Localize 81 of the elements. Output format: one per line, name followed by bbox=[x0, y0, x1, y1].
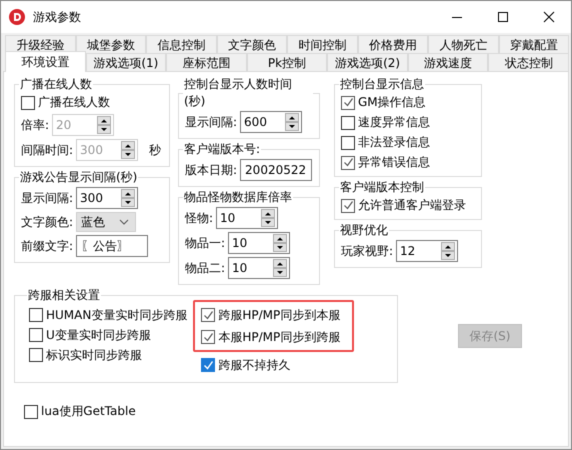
checkbox[interactable] bbox=[29, 328, 43, 342]
field-label: 显示间隔: bbox=[21, 190, 74, 206]
group-title: 控制台显示人数时间(秒) bbox=[183, 76, 293, 110]
group-title: 跨服相关设置 bbox=[27, 287, 101, 304]
field-label: 玩家视野: bbox=[341, 242, 394, 260]
group-title: 控制台显示信息 bbox=[339, 76, 425, 93]
group-title: 物品怪物数据库倍率 bbox=[183, 189, 293, 206]
checkbox-label[interactable]: 跨服HP/MP同步到本服 bbox=[218, 306, 340, 324]
app-logo-icon bbox=[9, 9, 25, 25]
checkbox[interactable] bbox=[201, 308, 216, 322]
checkbox[interactable] bbox=[24, 404, 38, 418]
checkbox[interactable] bbox=[341, 116, 355, 130]
tab[interactable]: 人物死亡 bbox=[428, 35, 498, 53]
spin-field[interactable]: 12 bbox=[396, 240, 458, 262]
field-label: 显示间隔: bbox=[185, 114, 238, 130]
checkbox-label[interactable]: 标识实时同步跨服 bbox=[46, 346, 142, 364]
spinner-arrows-icon[interactable] bbox=[273, 259, 288, 277]
field-label: 间隔时间: bbox=[21, 142, 74, 158]
checkbox[interactable] bbox=[29, 348, 43, 362]
group-title: 游戏公告显示间隔(秒) bbox=[19, 169, 138, 186]
group-title: 客户端版本号: bbox=[183, 141, 262, 158]
checkbox-label[interactable]: 异常错误信息 bbox=[358, 154, 430, 171]
field-label: 倍率: bbox=[21, 116, 50, 134]
field-label: 前缀文字: bbox=[21, 238, 74, 254]
field-label: 物品二: bbox=[185, 260, 226, 276]
text-field[interactable]: 〖公告〗 bbox=[76, 235, 148, 257]
tab[interactable]: 游戏选项(1) bbox=[86, 53, 166, 71]
checkbox-label[interactable]: 跨服不掉持久 bbox=[218, 356, 290, 374]
chevron-down-icon bbox=[119, 219, 130, 225]
tab[interactable]: 座标范围 bbox=[166, 53, 247, 71]
field-label: 物品一: bbox=[185, 234, 226, 252]
checkbox-label[interactable]: U变量实时同步跨服 bbox=[46, 326, 151, 344]
spinner-arrows-icon[interactable] bbox=[285, 113, 300, 131]
checkbox[interactable] bbox=[341, 136, 355, 150]
field-label: 版本日期: bbox=[185, 162, 238, 178]
tab[interactable]: 状态控制 bbox=[488, 53, 570, 71]
checkbox-label[interactable]: 允许普通客户端登录 bbox=[358, 197, 466, 214]
window-title: 游戏参数 bbox=[33, 8, 81, 26]
tab[interactable]: 穿戴配置 bbox=[498, 35, 569, 53]
checkbox-label[interactable]: HUMAN变量实时同步跨服 bbox=[46, 306, 188, 324]
field-label: 文字颜色: bbox=[21, 214, 74, 230]
tab[interactable]: 价格费用 bbox=[358, 35, 428, 53]
spin-field[interactable]: 10 bbox=[216, 207, 278, 229]
checkbox[interactable] bbox=[341, 96, 355, 110]
spinner-arrows-icon[interactable] bbox=[121, 189, 136, 207]
tab[interactable]: 文字颜色 bbox=[216, 35, 287, 53]
close-icon[interactable] bbox=[543, 11, 555, 23]
group-title: 客户端版本控制 bbox=[339, 179, 425, 196]
checkbox-label[interactable]: 本服HP/MP同步到跨服 bbox=[218, 328, 340, 346]
tab[interactable]: 时间控制 bbox=[287, 35, 358, 53]
spin-field[interactable]: 10 bbox=[228, 232, 290, 254]
tab[interactable]: Pk控制 bbox=[246, 53, 328, 71]
unit-label: 秒 bbox=[149, 142, 162, 158]
checkbox[interactable] bbox=[21, 96, 35, 110]
tab[interactable]: 游戏速度 bbox=[408, 53, 488, 71]
spin-field[interactable]: 600 bbox=[240, 111, 302, 133]
text-field[interactable]: 20020522 bbox=[240, 159, 312, 181]
tab[interactable]: 游戏选项(2) bbox=[327, 53, 408, 71]
group-title: 广播在线人数 bbox=[19, 76, 93, 93]
spinner-arrows-icon[interactable] bbox=[273, 234, 288, 252]
checkbox[interactable] bbox=[341, 198, 355, 212]
checkbox[interactable] bbox=[29, 308, 43, 322]
tab[interactable]: 城堡参数 bbox=[76, 35, 146, 53]
checkbox[interactable] bbox=[341, 156, 355, 170]
checkbox-label[interactable]: GM操作信息 bbox=[358, 94, 426, 111]
group-title: 视野优化 bbox=[339, 222, 389, 239]
checkbox-label[interactable]: 广播在线人数 bbox=[38, 94, 110, 111]
color-dropdown[interactable]: 蓝色 bbox=[76, 212, 136, 232]
tab[interactable]: 环境设置 bbox=[5, 51, 86, 72]
checkbox-label[interactable]: lua使用GetTable bbox=[41, 403, 136, 420]
checkbox[interactable] bbox=[201, 358, 216, 372]
spinner-arrows-icon[interactable] bbox=[261, 209, 276, 227]
maximize-icon[interactable] bbox=[497, 11, 509, 23]
tab[interactable]: 信息控制 bbox=[146, 35, 216, 53]
checkbox[interactable] bbox=[201, 330, 216, 344]
field-label: 怪物: bbox=[185, 210, 214, 226]
checkbox-label[interactable]: 非法登录信息 bbox=[358, 134, 430, 151]
spin-field[interactable]: 300 bbox=[76, 187, 138, 209]
spinner-arrows-icon[interactable] bbox=[441, 242, 456, 260]
spin-field[interactable]: 10 bbox=[228, 257, 290, 279]
checkbox-label[interactable]: 速度异常信息 bbox=[358, 114, 430, 131]
